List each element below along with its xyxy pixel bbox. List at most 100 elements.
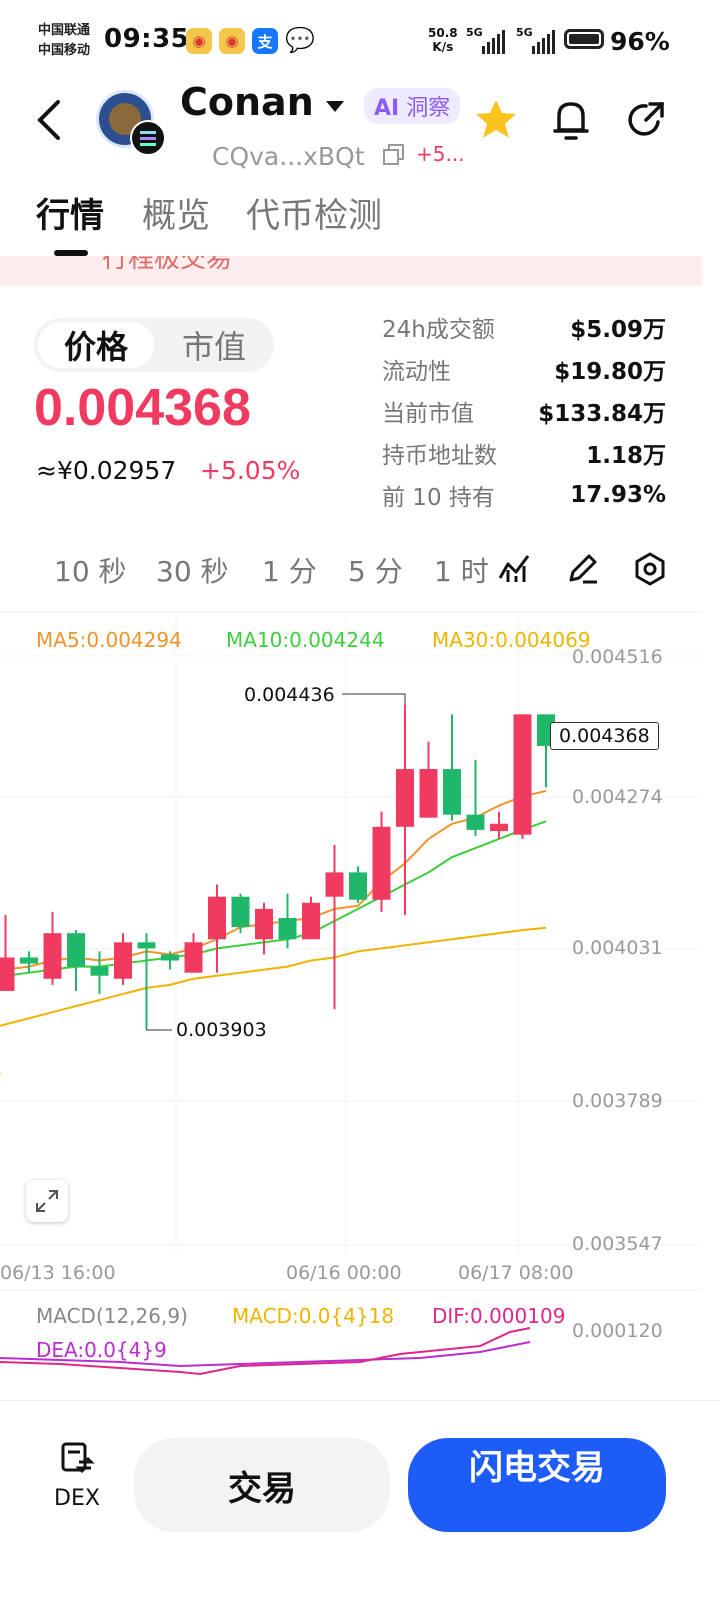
- timeframe-1h-clip: 1 时: [432, 546, 488, 592]
- y-tick: 0.003547: [572, 1233, 663, 1255]
- chevron-down-icon[interactable]: [326, 98, 344, 117]
- ma30-line: [0, 926, 547, 1027]
- high-label: 0.004436: [244, 684, 335, 706]
- signal-icon: [482, 30, 505, 54]
- stat-label: 持币地址数: [382, 443, 497, 469]
- status-time: 09:35: [104, 24, 190, 54]
- tab-token-check[interactable]: 代币检测: [246, 188, 382, 237]
- candle-body: [137, 942, 156, 949]
- net-type-1: 5G: [466, 26, 483, 39]
- ai-badge-label: 洞察: [406, 96, 451, 121]
- candle-body: [466, 814, 485, 830]
- net-speed: 50.8 K/s: [428, 26, 458, 54]
- candle-body: [0, 957, 15, 991]
- stat-value: $19.80万: [554, 359, 666, 385]
- ma10-legend: MA10:0.004244: [226, 628, 385, 652]
- toggle-market-cap[interactable]: 市值: [158, 322, 270, 368]
- ma10-line: [0, 820, 547, 978]
- macd-value: MACD:0.0{4}18: [232, 1304, 395, 1328]
- bell-icon[interactable]: [552, 98, 590, 146]
- battery-icon: [564, 29, 604, 49]
- candle-body: [43, 933, 62, 979]
- signal-icon: [532, 30, 555, 54]
- candle-body: [443, 769, 461, 815]
- flash-trade-button[interactable]: 闪电交易: [408, 1438, 666, 1532]
- notice-banner[interactable]: 行程极交易: [0, 256, 702, 286]
- candle-body: [20, 957, 38, 964]
- candle-body: [302, 902, 320, 940]
- token-title[interactable]: Conan: [180, 80, 314, 124]
- stat-label: 前 10 持有: [382, 485, 495, 511]
- candle-body: [184, 942, 203, 973]
- toggle-price[interactable]: 价格: [38, 322, 154, 368]
- x-tick: 06/16 00:00: [286, 1262, 402, 1284]
- battery-level: 96%: [610, 27, 670, 56]
- macd-title: MACD(12,26,9): [36, 1304, 188, 1328]
- candle-body: [114, 942, 132, 979]
- price-value: 0.004368: [34, 379, 251, 437]
- candle-body: [349, 872, 367, 900]
- share-icon[interactable]: [626, 100, 666, 144]
- address-change: +5...: [416, 142, 465, 166]
- candle-body: [325, 872, 344, 897]
- draw-icon[interactable]: [565, 552, 599, 590]
- flash-trade-label: 闪电交易: [469, 1448, 605, 1488]
- stat-label: 流动性: [382, 359, 451, 385]
- candle-body: [419, 769, 438, 818]
- ai-insight-badge[interactable]: AI 洞察: [364, 88, 461, 124]
- carrier-1: 中国联通: [38, 23, 91, 38]
- copy-icon[interactable]: [383, 144, 405, 170]
- x-tick: 06/13 16:00: [0, 1262, 116, 1284]
- candle-body: [490, 823, 508, 832]
- timeframe-1h[interactable]: 1 时: [434, 550, 488, 590]
- stat-row: 持币地址数 1.18万: [382, 432, 666, 474]
- indicator-icon[interactable]: [498, 552, 530, 588]
- timeframe-1m[interactable]: 1 分: [262, 550, 317, 590]
- timeframe-10s[interactable]: 10 秒: [54, 550, 127, 590]
- dex-icon: [61, 1442, 95, 1474]
- stats-list: 24h成交额 $5.09万 流动性 $19.80万 当前市值 $133.84万 持币地…: [382, 306, 666, 516]
- tab-market[interactable]: 行情: [36, 188, 104, 237]
- dex-label: DEX: [54, 1486, 100, 1511]
- back-icon[interactable]: [34, 98, 64, 152]
- ai-badge-prefix: AI: [374, 96, 400, 121]
- candle-body: [67, 933, 85, 967]
- carrier-2: 中国移动: [38, 43, 91, 58]
- y-tick: 0.004031: [572, 937, 663, 959]
- candle-body: [278, 917, 297, 940]
- timeframe-5m[interactable]: 5 分: [348, 550, 403, 590]
- dex-button[interactable]: DEX: [52, 1440, 102, 1511]
- price-change: +5.05%: [200, 456, 301, 485]
- candle-body: [255, 908, 273, 940]
- stat-row: 流动性 $19.80万: [382, 348, 666, 390]
- stat-row: 24h成交额 $5.09万: [382, 306, 666, 348]
- expand-icon: [36, 1190, 58, 1212]
- settings-icon[interactable]: [634, 552, 666, 590]
- net-type-2: 5G: [516, 26, 533, 39]
- candle-body: [396, 769, 414, 827]
- stat-value: 17.93%: [570, 482, 666, 508]
- candle-body: [231, 896, 250, 928]
- stat-label: 24h成交额: [382, 317, 495, 343]
- price-cny: ≈¥0.02957: [36, 456, 177, 485]
- y-tick: 0.004274: [572, 786, 663, 808]
- notice-banner-text: 行程极交易: [102, 256, 233, 274]
- candle-body: [90, 966, 109, 976]
- y-tick: 0.004516: [572, 646, 663, 668]
- stat-row: 当前市值 $133.84万: [382, 390, 666, 432]
- stat-row: 前 10 持有 17.93%: [382, 474, 666, 516]
- expand-chart-button[interactable]: [26, 1180, 68, 1222]
- trade-button[interactable]: 交易: [134, 1438, 390, 1532]
- stat-value: $133.84万: [538, 401, 666, 427]
- wechat-icon: 💬: [285, 26, 315, 54]
- timeframe-30s[interactable]: 30 秒: [156, 550, 229, 590]
- weibo-icon: ◉: [219, 28, 245, 54]
- tab-overview[interactable]: 概览: [142, 188, 210, 237]
- stat-label: 当前市值: [382, 401, 474, 427]
- star-icon[interactable]: [474, 98, 518, 144]
- last-price-label: 0.004368: [550, 722, 659, 750]
- alipay-icon: 支: [252, 28, 278, 54]
- ma30-legend: MA30:0.004069: [432, 628, 591, 652]
- weibo-icon: ◉: [186, 28, 212, 54]
- macd-y-tick: 0.000120: [572, 1320, 663, 1342]
